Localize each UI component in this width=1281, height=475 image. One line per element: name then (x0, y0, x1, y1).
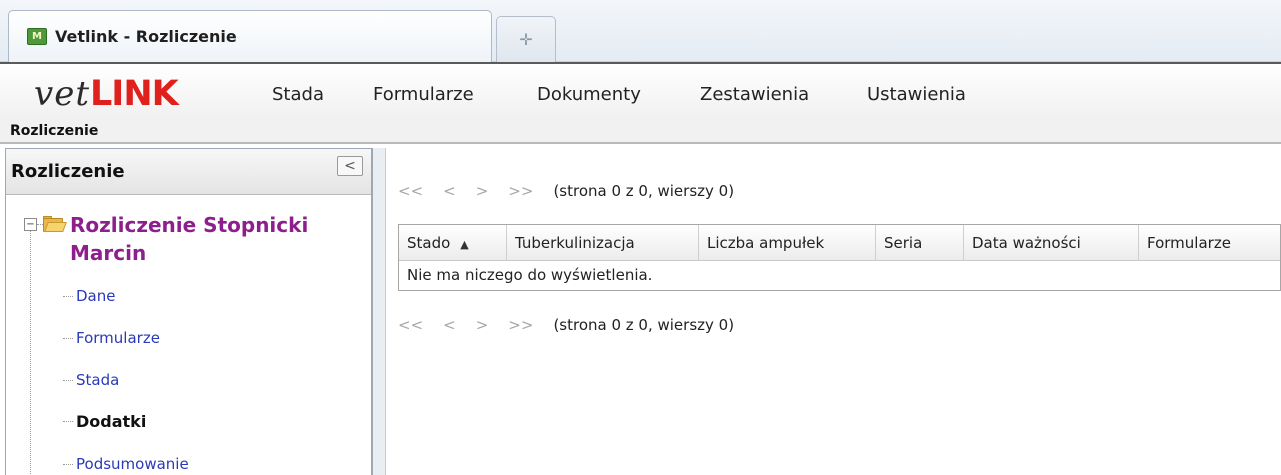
first-page-button[interactable]: << (398, 182, 423, 200)
menu-item-stada[interactable]: Stada (272, 84, 324, 105)
pager-status: (strona 0 z 0, wierszy 0) (553, 316, 735, 334)
tab-title: Vetlink - Rozliczenie (55, 27, 237, 46)
plus-icon: ✛ (519, 30, 533, 49)
next-page-button[interactable]: > (476, 316, 489, 334)
tree-item-stada[interactable]: Stada (62, 371, 119, 389)
browser-tab-strip: M Vetlink - Rozliczenie ✛ (0, 0, 1281, 62)
first-page-button[interactable]: << (398, 316, 423, 334)
prev-page-button[interactable]: < (443, 316, 456, 334)
logo-vet-text: vet (34, 74, 90, 114)
next-page-button[interactable]: > (476, 182, 489, 200)
last-page-button[interactable]: >> (508, 182, 533, 200)
pager-top: << < > >> (strona 0 z 0, wierszy 0) (398, 182, 734, 200)
tree-root-label: Rozliczenie Stopnicki Marcin (70, 213, 309, 265)
tree-item-dane[interactable]: Dane (62, 287, 115, 305)
breadcrumb-bar: Rozliczenie (0, 120, 1281, 144)
open-folder-icon (43, 216, 67, 233)
grid-header-row: Stado ▲ Tuberkulinizacja Liczba ampułek S… (399, 225, 1280, 261)
column-header-seria[interactable]: Seria (876, 225, 964, 260)
main-menu-bar: vet LINK Stada Formularze Dokumenty Zest… (0, 62, 1281, 120)
sort-ascending-icon: ▲ (460, 238, 469, 251)
tree-item-podsumowanie[interactable]: Podsumowanie (63, 455, 189, 473)
left-nav-panel: Rozliczenie < − Rozliczenie Stopnicki Ma… (5, 148, 372, 475)
menu-item-formularze[interactable]: Formularze (373, 84, 474, 105)
last-page-button[interactable]: >> (508, 316, 533, 334)
tree-collapse-icon[interactable]: − (24, 218, 37, 231)
column-header-label: Stado (407, 234, 451, 252)
browser-tab-vetlink[interactable]: M Vetlink - Rozliczenie (8, 10, 492, 62)
pager-status: (strona 0 z 0, wierszy 0) (553, 182, 735, 200)
column-header-formularze[interactable]: Formularze (1139, 225, 1280, 260)
main-content-panel: << < > >> (strona 0 z 0, wierszy 0) Stad… (386, 148, 1281, 475)
pager-bottom: << < > >> (strona 0 z 0, wierszy 0) (398, 316, 734, 334)
prev-page-button[interactable]: < (443, 182, 456, 200)
data-grid: Stado ▲ Tuberkulinizacja Liczba ampułek S… (398, 224, 1281, 291)
tree-vertical-connector (30, 231, 31, 475)
chevron-left-icon: < (344, 158, 356, 174)
tree-root-node[interactable]: − Rozliczenie Stopnicki Marcin (24, 211, 330, 267)
new-tab-button[interactable]: ✛ (496, 16, 556, 62)
collapse-panel-button[interactable]: < (337, 156, 363, 176)
logo-link-text: LINK (90, 74, 179, 114)
menu-item-ustawienia[interactable]: Ustawienia (867, 84, 966, 105)
vetlink-logo[interactable]: vet LINK (34, 72, 179, 114)
column-header-liczba-ampulek[interactable]: Liczba ampułek (699, 225, 876, 260)
tree-item-dodatki[interactable]: Dodatki (62, 412, 146, 431)
tree-item-formularze[interactable]: Formularze (63, 329, 160, 347)
vetlink-favicon-icon: M (27, 28, 47, 45)
column-header-stado[interactable]: Stado ▲ (399, 225, 507, 260)
menu-item-zestawienia[interactable]: Zestawienia (700, 84, 809, 105)
menu-item-dokumenty[interactable]: Dokumenty (537, 84, 641, 105)
grid-empty-message: Nie ma niczego do wyświetlenia. (407, 266, 653, 284)
left-panel-header: Rozliczenie < (6, 149, 371, 195)
column-header-data-waznosci[interactable]: Data ważności (964, 225, 1139, 260)
panel-splitter[interactable] (372, 148, 386, 475)
left-panel-title: Rozliczenie (11, 161, 125, 182)
column-header-tuberkulinizacja[interactable]: Tuberkulinizacja (507, 225, 699, 260)
breadcrumb: Rozliczenie (10, 123, 99, 139)
